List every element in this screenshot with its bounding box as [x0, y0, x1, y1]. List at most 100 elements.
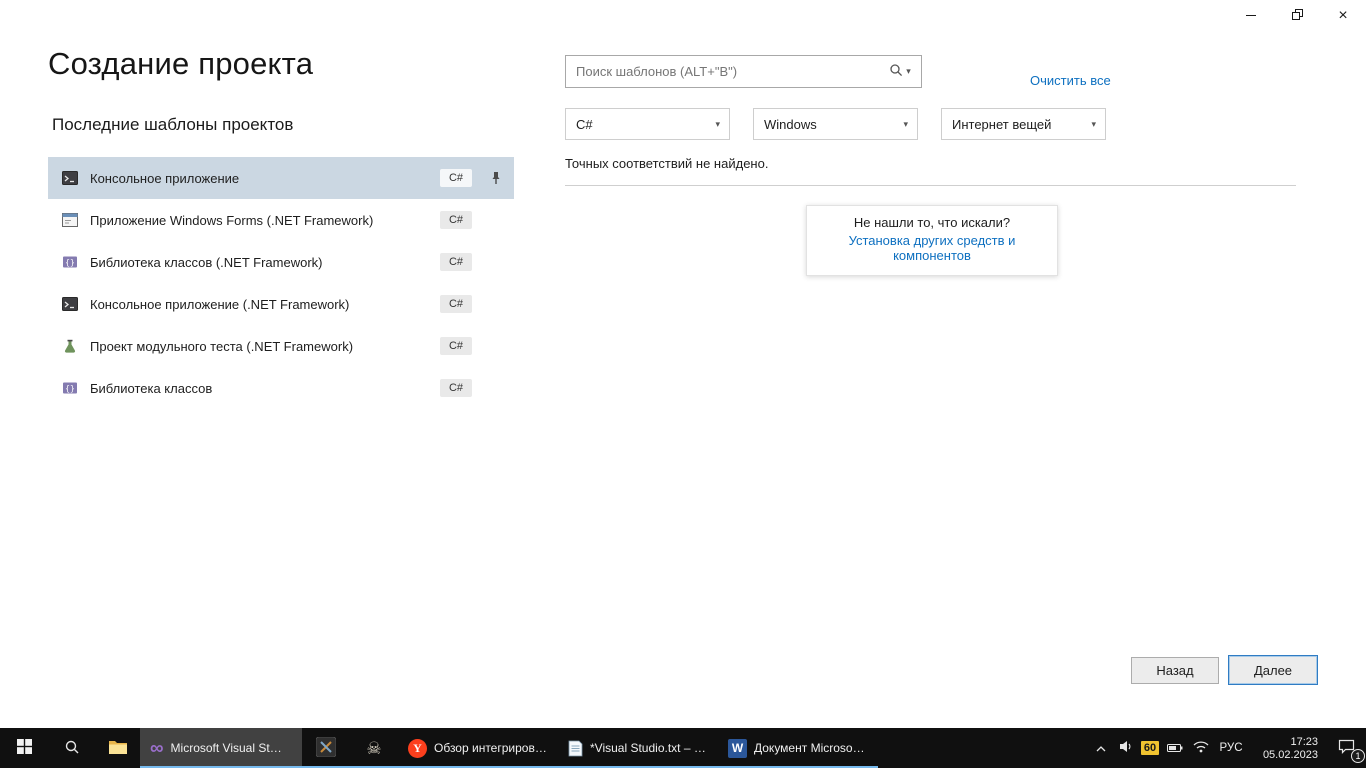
- platform-filter-dropdown[interactable]: Windows ▾: [753, 108, 918, 140]
- project-type-filter-dropdown[interactable]: Интернет вещей ▾: [941, 108, 1106, 140]
- file-explorer-button[interactable]: [96, 728, 140, 768]
- install-tools-link[interactable]: Установка других средств и компонентов: [811, 233, 1053, 263]
- template-label: Консольное приложение: [90, 171, 239, 186]
- time-text: 17:23: [1290, 736, 1318, 748]
- template-console-app[interactable]: Консольное приложение C#: [48, 157, 514, 199]
- page-title: Создание проекта: [48, 46, 313, 82]
- notepad-icon: [568, 740, 583, 757]
- next-button[interactable]: Далее: [1228, 655, 1318, 685]
- svg-text:{}: {}: [65, 384, 75, 393]
- template-class-library-netfx[interactable]: {} Библиотека классов (.NET Framework) C…: [48, 241, 514, 283]
- taskbar-search-button[interactable]: [48, 728, 96, 768]
- folder-icon: [108, 739, 128, 758]
- language-filter-value: C#: [576, 117, 593, 132]
- unit-test-icon: [62, 338, 80, 354]
- notification-badge: 1: [1351, 749, 1365, 763]
- template-label: Библиотека классов: [90, 381, 212, 396]
- search-button[interactable]: ▾: [879, 56, 921, 87]
- not-found-box: Не нашли то, что искали? Установка други…: [806, 205, 1058, 276]
- taskbar-app-label: Microsoft Visual St…: [171, 741, 282, 755]
- class-library-icon: {}: [62, 254, 80, 270]
- recent-templates-list: Консольное приложение C# Приложение Wind…: [48, 157, 514, 409]
- platform-filter-value: Windows: [764, 117, 817, 132]
- start-button[interactable]: [0, 728, 48, 768]
- tray-expand-button[interactable]: [1090, 728, 1112, 768]
- search-icon: [64, 739, 80, 758]
- language-indicator[interactable]: РУС: [1214, 728, 1248, 768]
- taskbar-yandex-browser-button[interactable]: Y Обзор интегриров…: [398, 728, 558, 768]
- windows-logo-icon: [17, 739, 32, 757]
- wifi-icon: [1193, 741, 1209, 756]
- skull-app-icon: ☠: [366, 740, 381, 757]
- taskbar-spacer: [878, 728, 1090, 768]
- results-divider: [565, 185, 1296, 186]
- taskbar-tools-app-button[interactable]: [302, 728, 350, 768]
- template-label: Консольное приложение (.NET Framework): [90, 297, 349, 312]
- chevron-down-icon: ▾: [1091, 120, 1096, 129]
- battery-icon: [1167, 741, 1183, 756]
- chevron-down-icon: ▾: [715, 120, 720, 129]
- language-badge: C#: [440, 169, 472, 187]
- language-badge: C#: [440, 211, 472, 229]
- back-button[interactable]: Назад: [1131, 657, 1219, 684]
- taskbar-skull-app-button[interactable]: ☠: [350, 728, 398, 768]
- percent-indicator-value: 60: [1141, 741, 1159, 755]
- battery-button[interactable]: [1162, 728, 1188, 768]
- pin-icon[interactable]: [486, 168, 506, 188]
- chevron-down-icon: ▾: [906, 67, 911, 76]
- network-button[interactable]: [1188, 728, 1214, 768]
- window-controls: ×: [1228, 0, 1366, 31]
- yandex-browser-icon: Y: [408, 739, 427, 758]
- action-center-button[interactable]: 1: [1326, 728, 1366, 768]
- template-console-app-netfx[interactable]: Консольное приложение (.NET Framework) C…: [48, 283, 514, 325]
- language-badge: C#: [440, 379, 472, 397]
- taskbar-app-label: Обзор интегриров…: [434, 741, 547, 755]
- taskbar-visual-studio-button[interactable]: ∞ Microsoft Visual St…: [140, 728, 302, 768]
- template-label: Проект модульного теста (.NET Framework): [90, 339, 353, 354]
- language-badge: C#: [440, 253, 472, 271]
- date-text: 05.02.2023: [1263, 749, 1318, 761]
- console-app-icon: [62, 170, 80, 186]
- template-winforms-app[interactable]: Приложение Windows Forms (.NET Framework…: [48, 199, 514, 241]
- close-button[interactable]: ×: [1320, 0, 1366, 31]
- minimize-button[interactable]: [1228, 0, 1274, 31]
- taskbar-word-button[interactable]: W Документ Microso…: [718, 728, 878, 768]
- project-type-filter-value: Интернет вещей: [952, 117, 1051, 132]
- clock[interactable]: 17:23 05.02.2023: [1248, 728, 1326, 768]
- template-label: Приложение Windows Forms (.NET Framework…: [90, 213, 373, 228]
- percent-indicator[interactable]: 60: [1138, 728, 1162, 768]
- minimize-icon: [1246, 15, 1256, 16]
- speaker-icon: [1118, 739, 1133, 757]
- chevron-down-icon: ▾: [903, 120, 908, 129]
- template-class-library[interactable]: {} Библиотека классов C#: [48, 367, 514, 409]
- restore-button[interactable]: [1274, 0, 1320, 31]
- word-icon: W: [728, 739, 747, 758]
- language-filter-dropdown[interactable]: C# ▾: [565, 108, 730, 140]
- template-label: Библиотека классов (.NET Framework): [90, 255, 323, 270]
- close-icon: ×: [1338, 8, 1347, 24]
- create-project-window: × Создание проекта Последние шаблоны про…: [0, 0, 1366, 768]
- taskbar-app-label: Документ Microso…: [754, 741, 865, 755]
- template-unit-test-netfx[interactable]: Проект модульного теста (.NET Framework)…: [48, 325, 514, 367]
- recent-templates-heading: Последние шаблоны проектов: [52, 115, 293, 135]
- not-found-title: Не нашли то, что искали?: [811, 215, 1053, 230]
- winforms-app-icon: [62, 212, 80, 228]
- no-match-message: Точных соответствий не найдено.: [565, 156, 768, 171]
- clear-all-link[interactable]: Очистить все: [1030, 73, 1111, 88]
- svg-text:{}: {}: [65, 258, 75, 267]
- taskbar-app-label: *Visual Studio.txt – …: [590, 741, 706, 755]
- language-badge: C#: [440, 295, 472, 313]
- restore-icon: [1292, 8, 1303, 23]
- filter-row: C# ▾ Windows ▾ Интернет вещей ▾: [565, 108, 1106, 140]
- search-icon: [889, 63, 903, 80]
- chevron-up-icon: [1095, 741, 1107, 756]
- console-app-icon: [62, 296, 80, 312]
- taskbar: ∞ Microsoft Visual St… ☠ Y Обзор интегри…: [0, 728, 1366, 768]
- template-search: ▾: [565, 55, 922, 88]
- tools-app-icon: [316, 737, 336, 760]
- visual-studio-icon: ∞: [150, 739, 164, 758]
- class-library-icon: {}: [62, 380, 80, 396]
- volume-button[interactable]: [1112, 728, 1138, 768]
- taskbar-notepad-button[interactable]: *Visual Studio.txt – …: [558, 728, 718, 768]
- search-input[interactable]: [566, 56, 879, 87]
